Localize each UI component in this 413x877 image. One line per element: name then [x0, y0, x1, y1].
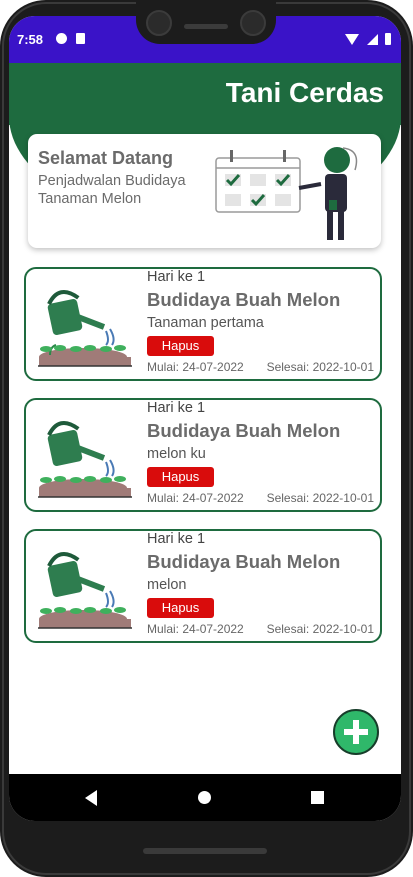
status-time: 7:58: [17, 32, 44, 47]
plus-icon: [344, 720, 368, 744]
front-camera: [146, 10, 172, 36]
screen: 7:58 Tani Cerdas Selamat Datang Penjadwa…: [9, 16, 401, 821]
card-plant-name: melon: [147, 577, 187, 593]
schedule-card[interactable]: Hari ke 1 Budidaya Buah Melon Tanaman pe…: [24, 267, 382, 381]
card-day: Hari ke 1: [147, 269, 206, 285]
schedule-illustration-icon: [215, 147, 358, 240]
sd-card-icon: [76, 33, 86, 44]
delete-button[interactable]: Hapus: [147, 467, 214, 487]
earpiece-speaker: [184, 24, 228, 29]
card-day: Hari ke 1: [147, 531, 206, 547]
status-notification-icons: [56, 33, 90, 51]
signal-icon: [366, 34, 378, 45]
back-icon[interactable]: [85, 790, 97, 806]
card-plant-name: melon ku: [147, 446, 206, 462]
bottom-speaker: [143, 848, 267, 854]
navigation-bar: [9, 774, 401, 821]
app-title: Tani Cerdas: [225, 77, 384, 108]
battery-icon: [385, 33, 391, 45]
wifi-icon: [345, 34, 360, 45]
watering-can-icon: [38, 290, 132, 367]
card-start-date: Mulai: 24-07-2022: [147, 360, 244, 374]
add-schedule-button[interactable]: [333, 709, 379, 755]
card-plant-name: Tanaman pertama: [147, 315, 264, 331]
home-icon[interactable]: [198, 791, 211, 804]
camera-notch: [136, 0, 276, 44]
card-end-date: Selesai: 2022-10-01: [266, 622, 374, 636]
delete-button[interactable]: Hapus: [147, 598, 214, 618]
data-saver-icon: [56, 33, 67, 44]
card-start-date: Mulai: 24-07-2022: [147, 491, 244, 505]
welcome-card: Selamat Datang Penjadwalan Budidaya Tana…: [28, 134, 381, 248]
status-system-icons: [342, 32, 391, 50]
watering-can-icon: [38, 421, 132, 498]
card-title: Budidaya Buah Melon: [147, 420, 341, 441]
card-end-date: Selesai: 2022-10-01: [266, 491, 374, 505]
card-start-date: Mulai: 24-07-2022: [147, 622, 244, 636]
watering-can-icon: [38, 552, 132, 629]
recents-icon[interactable]: [311, 791, 324, 804]
schedule-card[interactable]: Hari ke 1 Budidaya Buah Melon melon ku H…: [24, 398, 382, 512]
schedule-card[interactable]: Hari ke 1 Budidaya Buah Melon melon Hapu…: [24, 529, 382, 643]
card-title: Budidaya Buah Melon: [147, 289, 341, 310]
app-bar: Tani Cerdas: [9, 63, 401, 125]
phone-frame: 7:58 Tani Cerdas Selamat Datang Penjadwa…: [0, 0, 413, 877]
card-title: Budidaya Buah Melon: [147, 551, 341, 572]
card-end-date: Selesai: 2022-10-01: [266, 360, 374, 374]
delete-button[interactable]: Hapus: [147, 336, 214, 356]
front-sensor: [240, 10, 266, 36]
welcome-title: Selamat Datang: [38, 148, 174, 168]
welcome-subtitle: Penjadwalan Budidaya Tanaman Melon: [38, 173, 186, 207]
card-day: Hari ke 1: [147, 400, 206, 416]
